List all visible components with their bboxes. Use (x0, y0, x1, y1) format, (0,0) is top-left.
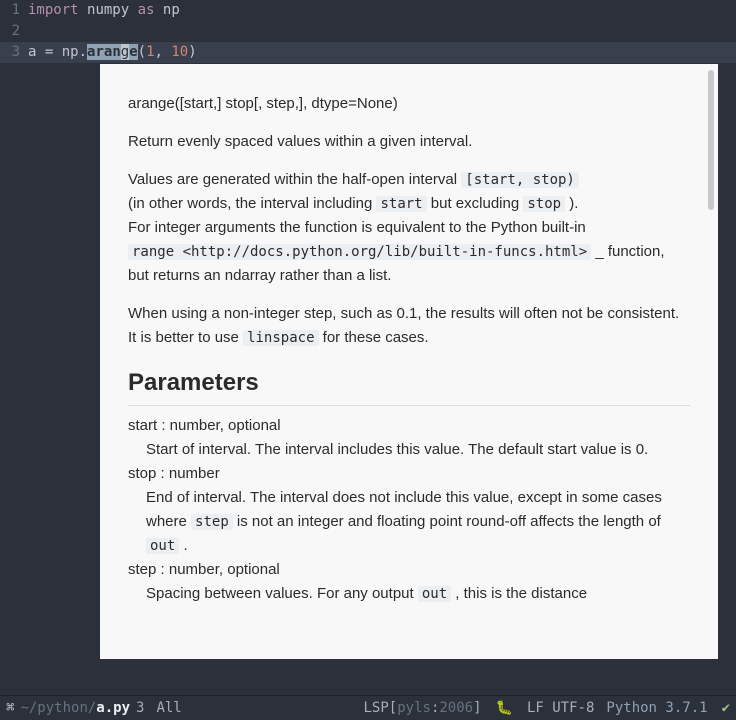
code-line[interactable]: 2 (0, 21, 736, 42)
code-literal: [start, stop) (461, 172, 579, 188)
code-literal: out (418, 586, 451, 602)
doc-param: stop : number End of interval. The inter… (128, 462, 690, 558)
doc-signature: arange([start,] stop[, step,], dtype=Non… (128, 92, 690, 116)
code-literal: out (146, 538, 179, 554)
doc-param: start : number, optional Start of interv… (128, 414, 690, 462)
encoding-status: LF UTF-8 (527, 700, 594, 716)
line-number: 3 (0, 42, 28, 63)
status-line: ⌘ ~/python/a.py 3 All LSP[pyls:2006] 🐛 L… (0, 695, 736, 720)
scroll-position: All (156, 700, 181, 716)
line-number: 2 (0, 21, 28, 42)
doc-summary: Return evenly spaced values within a giv… (128, 130, 690, 154)
file-path: ~/python/a.py (20, 700, 130, 716)
code-literal: start (376, 196, 426, 212)
doc-parameters-heading: Parameters (128, 364, 690, 406)
bug-icon[interactable]: 🐛 (496, 700, 513, 716)
code-line[interactable]: 3a = np.arange(1, 10) (0, 42, 736, 63)
documentation-tooltip: arange([start,] stop[, step,], dtype=Non… (100, 64, 718, 659)
code-line[interactable]: 1import numpy as np (0, 0, 736, 21)
lsp-status: LSP[pyls:2006] (363, 700, 481, 716)
python-version: Python 3.7.1 (606, 700, 707, 716)
check-icon: ✔ (722, 700, 730, 716)
code-content[interactable]: import numpy as np (28, 0, 180, 21)
doc-paragraph: Values are generated within the half-ope… (128, 168, 690, 288)
code-literal: linspace (243, 330, 318, 346)
tooltip-scrollbar[interactable] (708, 70, 714, 210)
code-content[interactable]: a = np.arange(1, 10) (28, 42, 197, 63)
python-icon: ⌘ (6, 700, 14, 716)
doc-param: step : number, optional Spacing between … (128, 558, 690, 606)
code-literal: stop (523, 196, 565, 212)
code-literal: step (191, 514, 233, 530)
code-literal: range <http://docs.python.org/lib/built-… (128, 244, 591, 260)
cursor-line: 3 (136, 700, 144, 716)
line-number: 1 (0, 0, 28, 21)
doc-paragraph: When using a non-integer step, such as 0… (128, 302, 690, 350)
